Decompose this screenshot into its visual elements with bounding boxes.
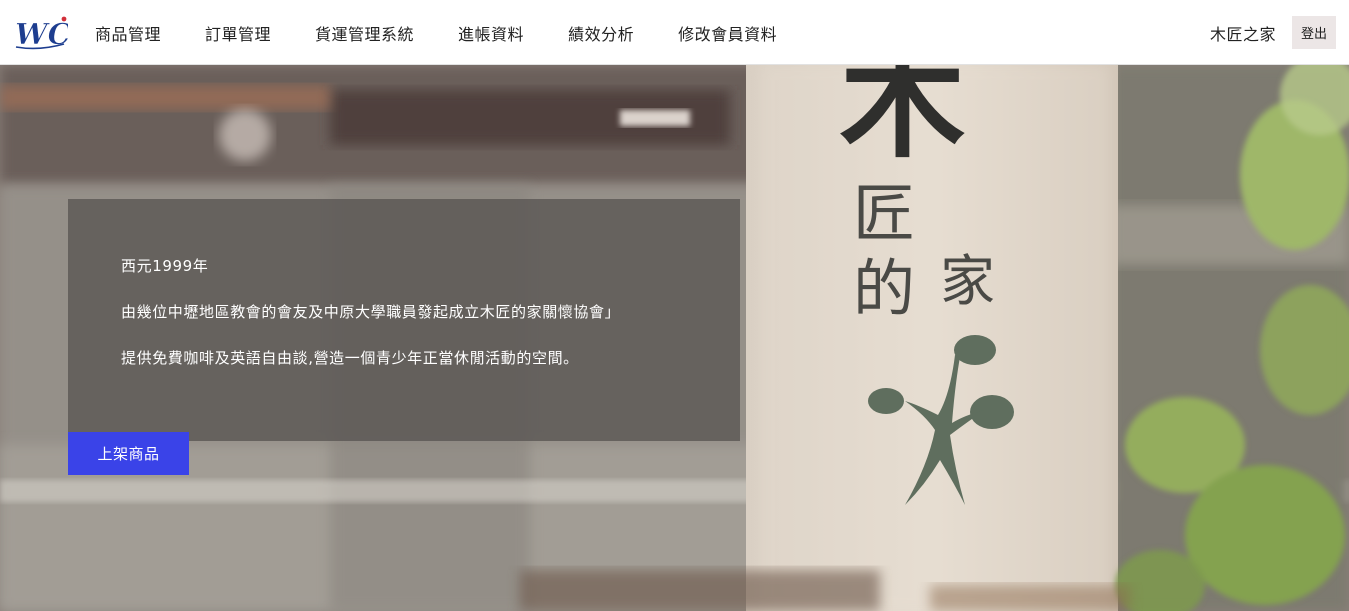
- nav-item-products[interactable]: 商品管理: [95, 21, 161, 45]
- nav-item-edit-member[interactable]: 修改會員資料: [678, 21, 777, 45]
- nav-item-income[interactable]: 進帳資料: [458, 21, 524, 45]
- intro-panel: 西元1999年 由幾位中壢地區教會的會友及中原大學職員發起成立木匠的家關懷協會」…: [68, 199, 740, 441]
- user-name: 木匠之家: [1209, 24, 1276, 44]
- sign-char-craftsman: 匠: [853, 177, 915, 250]
- intro-line-mission: 提供免費咖啡及英語自由談,營造一個青少年正當休閒活動的空間。: [121, 349, 579, 367]
- logout-button[interactable]: 登出: [1291, 16, 1336, 49]
- wc-logo[interactable]: WC: [14, 13, 68, 51]
- nav-item-orders[interactable]: 訂單管理: [205, 21, 271, 45]
- sign-char-wood: 木: [840, 65, 965, 175]
- main-nav-menu: 商品管理 訂單管理 貨運管理系統 進帳資料 績效分析 修改會員資料: [95, 0, 821, 65]
- sign-char-of: 的: [853, 252, 915, 325]
- logo-dot: [61, 16, 67, 22]
- list-product-button[interactable]: 上架商品: [68, 432, 189, 475]
- nav-user-area: 木匠之家 登出: [1210, 0, 1336, 65]
- intro-line-founding: 由幾位中壢地區教會的會友及中原大學職員發起成立木匠的家關懷協會」: [121, 303, 621, 321]
- hero-banner: 木 匠 的 家 西元1999年 由幾位中壢地區教會的會友及中原大學職員發起成立木…: [0, 65, 1349, 611]
- top-navbar: WC 商品管理 訂單管理 貨運管理系統 進帳資料 績效分析 修改會員資料 木匠之…: [0, 0, 1349, 65]
- sign-char-home: 家: [940, 249, 995, 313]
- logo-text: WC: [15, 17, 68, 51]
- intro-line-year: 西元1999年: [121, 257, 209, 275]
- nav-item-performance[interactable]: 績效分析: [568, 21, 634, 45]
- nav-item-shipping[interactable]: 貨運管理系統: [315, 21, 414, 45]
